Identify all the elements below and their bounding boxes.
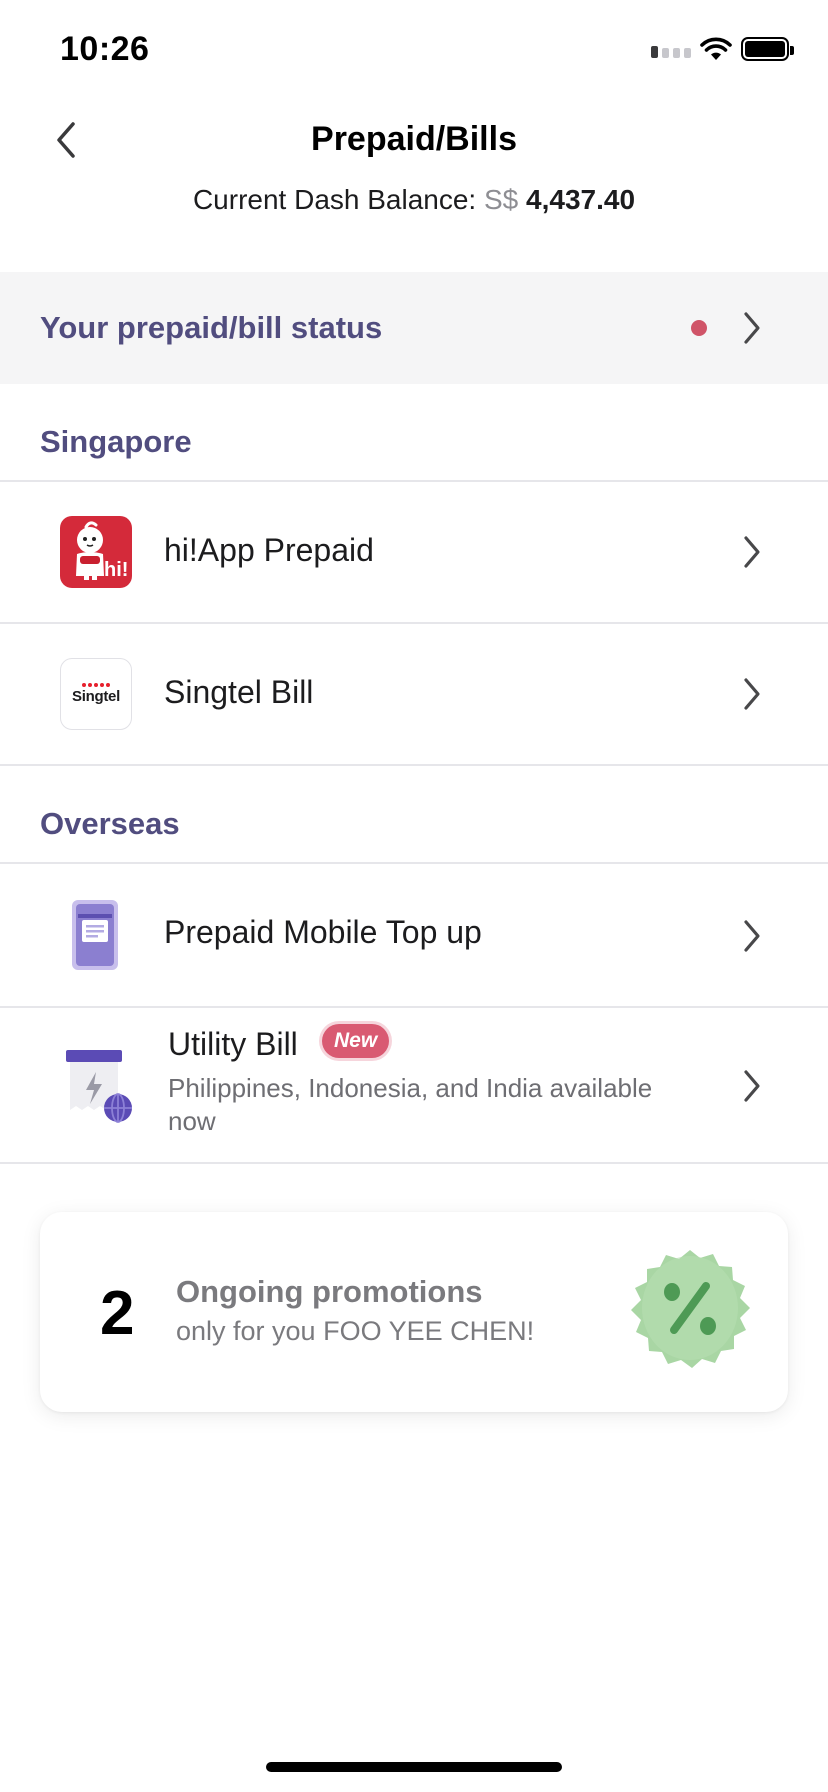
- battery-icon: [741, 37, 794, 61]
- status-row-label: Your prepaid/bill status: [40, 310, 383, 345]
- prepaid-bill-status-row[interactable]: Your prepaid/bill status: [0, 272, 828, 384]
- balance-amount: 4,437.40: [526, 184, 636, 215]
- chevron-right-icon: [744, 678, 760, 710]
- svg-text:hi!: hi!: [104, 559, 128, 581]
- singtel-dots-icon: [82, 683, 110, 687]
- notification-dot: [691, 320, 707, 336]
- new-badge: New: [322, 1024, 390, 1058]
- list-item-label: Singtel Bill: [164, 674, 314, 710]
- cellular-signal-icon: [651, 46, 691, 58]
- promo-count: 2: [100, 1279, 135, 1348]
- utility-bill-icon: [66, 1050, 132, 1123]
- promotions-card[interactable]: 2 Ongoing promotions only for you FOO YE…: [40, 1212, 788, 1412]
- promo-title: Ongoing promotions: [176, 1274, 483, 1309]
- divider: [0, 1162, 828, 1164]
- chevron-right-icon: [744, 536, 760, 568]
- balance-currency: S$: [484, 184, 519, 215]
- singtel-logo-text: Singtel: [72, 688, 120, 705]
- balance-label: Current Dash Balance:: [192, 184, 477, 215]
- phone-receipt-icon: [72, 900, 118, 970]
- home-indicator: [266, 1762, 562, 1772]
- hi-app-icon: hi!: [60, 516, 132, 588]
- list-item-singtel-bill[interactable]: Singtel Singtel Bill: [0, 624, 828, 764]
- percent-badge-icon: [631, 1250, 750, 1368]
- chevron-right-icon: [744, 312, 760, 344]
- page-title: Prepaid/Bills: [311, 120, 517, 158]
- list-item-label: Utility Bill: [168, 1026, 298, 1062]
- status-time: 10:26: [60, 30, 150, 68]
- section-title-singapore: Singapore: [40, 424, 192, 459]
- wifi-icon: [700, 37, 732, 60]
- singtel-icon: Singtel: [60, 658, 132, 730]
- divider: [0, 764, 828, 766]
- list-item-utility-bill[interactable]: Utility Bill New Philippines, Indonesia,…: [0, 1008, 828, 1162]
- list-item-subtitle: Philippines, Indonesia, and India availa…: [168, 1073, 653, 1136]
- list-item-label: hi!App Prepaid: [164, 532, 374, 568]
- header: Prepaid/Bills Current Dash Balance: S$ 4…: [0, 100, 828, 270]
- list-item-hi-app-prepaid[interactable]: hi! hi!App Prepaid: [0, 482, 828, 622]
- list-item-label: Prepaid Mobile Top up: [164, 914, 482, 950]
- list-item-prepaid-mobile-top-up[interactable]: Prepaid Mobile Top up: [0, 864, 828, 1006]
- promo-subtitle: only for you FOO YEE CHEN!: [176, 1316, 535, 1346]
- chevron-right-icon: [744, 1070, 760, 1102]
- dash-balance: Current Dash Balance: S$ 4,437.40: [0, 184, 828, 216]
- chevron-right-icon: [744, 920, 760, 952]
- status-bar: 10:26: [0, 0, 828, 100]
- section-title-overseas: Overseas: [40, 806, 180, 841]
